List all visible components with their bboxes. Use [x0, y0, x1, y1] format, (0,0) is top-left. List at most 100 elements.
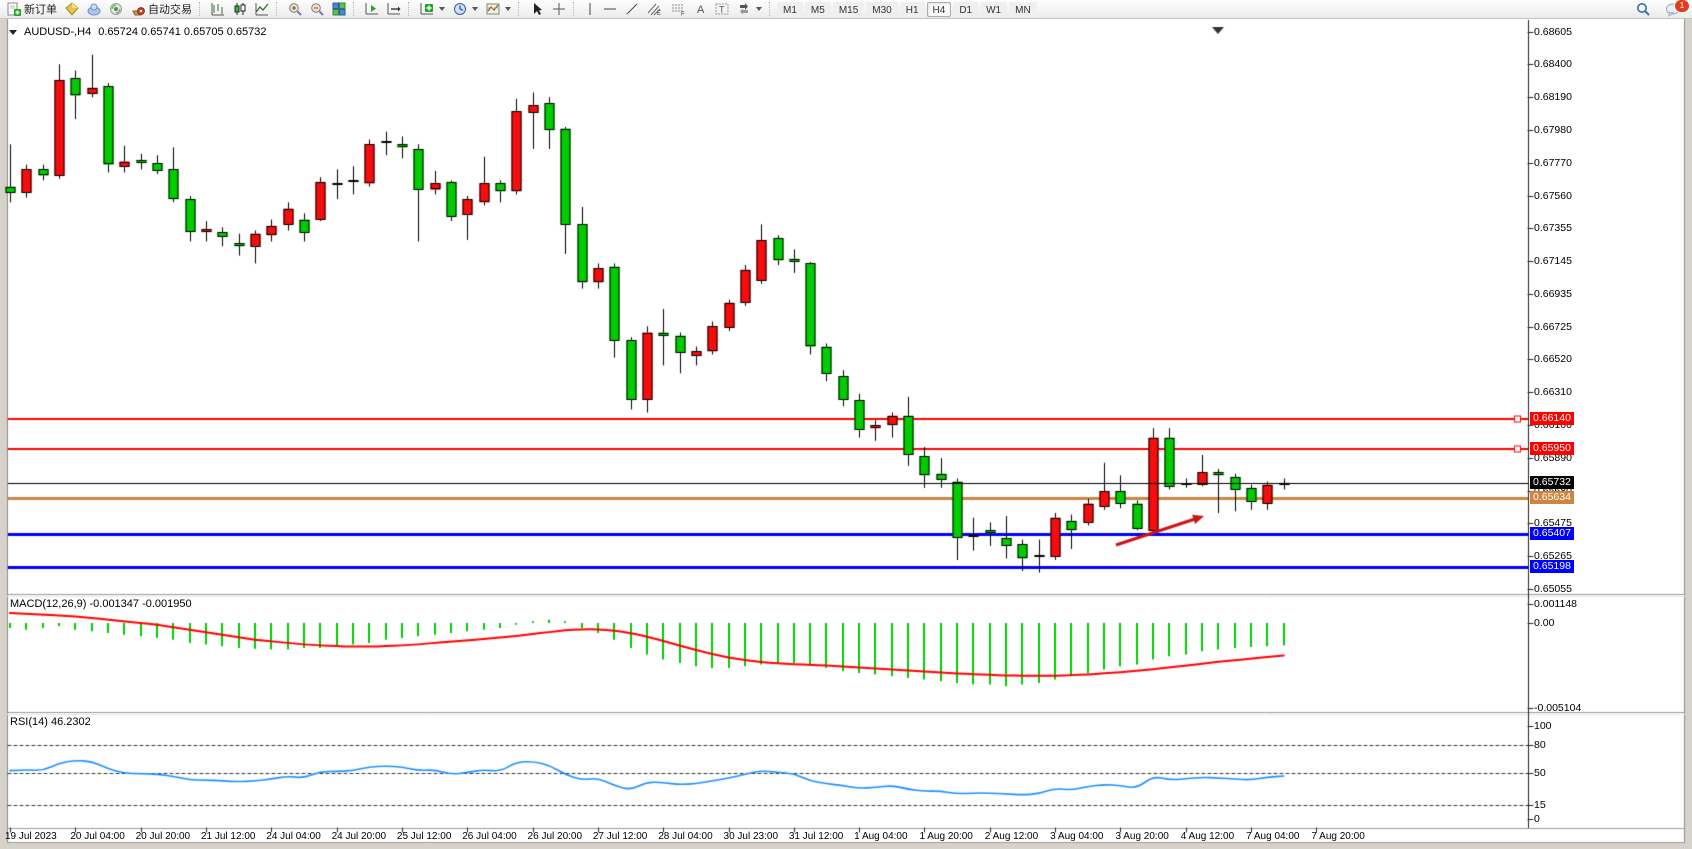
cursor-button[interactable]: [526, 1, 548, 18]
new-order-icon: [7, 2, 21, 16]
timeframe-button-mn[interactable]: MN: [1009, 2, 1037, 17]
time-axis-label: 7 Aug 20:00: [1311, 831, 1364, 842]
text-icon: A: [695, 2, 707, 16]
search-icon: [1636, 2, 1651, 17]
search-button[interactable]: [1632, 1, 1655, 18]
toolbar-separator: [769, 2, 774, 16]
dropdown-caret-icon: [472, 7, 478, 11]
shapes-button[interactable]: [733, 1, 766, 18]
zoom-in-button[interactable]: [284, 1, 306, 18]
price-badge: 0.65950: [1530, 442, 1574, 455]
timeframe-button-d1[interactable]: D1: [953, 2, 978, 17]
auto-scroll-icon: [365, 2, 379, 16]
chart-shift-icon: [387, 2, 401, 16]
notification-badge: 1: [1674, 0, 1690, 13]
chart-symbol-period: AUDUSD-,H4: [24, 26, 91, 38]
market-watch-icon: [65, 2, 79, 16]
time-axis-label: 24 Jul 04:00: [266, 831, 321, 842]
time-axis-label: 25 Jul 12:00: [397, 831, 452, 842]
auto-trading-label: 自动交易: [148, 1, 192, 17]
macd-axis-tick: -0.005104: [1534, 702, 1581, 714]
toolbar-separator: [408, 2, 413, 16]
time-axis-label: 3 Aug 20:00: [1115, 831, 1168, 842]
zoom-out-button[interactable]: [306, 1, 328, 18]
rsi-name: RSI(14): [10, 716, 48, 728]
candlestick-button[interactable]: [229, 1, 251, 18]
chart-canvas[interactable]: [0, 0, 1692, 849]
trendline-button[interactable]: [621, 1, 643, 18]
timeframe-button-h1[interactable]: H1: [900, 2, 925, 17]
timeframe-button-m5[interactable]: M5: [805, 2, 831, 17]
price-axis-tick: 0.68400: [1534, 58, 1572, 70]
time-axis-label: 4 Aug 12:00: [1181, 831, 1234, 842]
chart-header: AUDUSD-,H4 0.65724 0.65741 0.65705 0.657…: [9, 26, 266, 38]
time-axis-label: 3 Aug 04:00: [1050, 831, 1103, 842]
crosshair-icon: [552, 2, 566, 16]
time-axis-label: 1 Aug 20:00: [919, 831, 972, 842]
toolbar-separator: [518, 2, 523, 16]
timeframe-button-m1[interactable]: M1: [777, 2, 803, 17]
template-icon: [486, 2, 500, 16]
timeframe-button-m15[interactable]: M15: [833, 2, 864, 17]
text-button[interactable]: A: [691, 1, 711, 18]
time-axis-label: 24 Jul 20:00: [332, 831, 387, 842]
toolbar-separator: [199, 2, 204, 16]
toolbar-separator: [276, 2, 281, 16]
market-watch-button[interactable]: [61, 1, 83, 18]
horizontal-line-icon: [603, 2, 617, 16]
time-axis-label: 26 Jul 20:00: [528, 831, 583, 842]
crosshair-button[interactable]: [548, 1, 570, 18]
time-axis-label: 26 Jul 04:00: [462, 831, 517, 842]
horizontal-line-button[interactable]: [599, 1, 621, 18]
channel-button[interactable]: E: [643, 1, 667, 18]
toolbar-right-cluster: 1: [1632, 1, 1689, 18]
timeframe-button-h4[interactable]: H4: [927, 2, 952, 17]
price-badge: 0.65198: [1530, 560, 1574, 573]
tile-windows-button[interactable]: [328, 1, 350, 18]
new-order-button[interactable]: 新订单: [3, 1, 61, 18]
bar-chart-button[interactable]: [207, 1, 229, 18]
price-axis-tick: 0.68605: [1534, 26, 1572, 38]
time-axis-label: 31 Jul 12:00: [789, 831, 844, 842]
price-badge: 0.66140: [1530, 412, 1574, 425]
rsi-axis-tick: 100: [1534, 720, 1552, 732]
auto-trading-button[interactable]: 自动交易: [127, 1, 196, 18]
timeframe-button-m30[interactable]: M30: [866, 2, 897, 17]
svg-text:F: F: [681, 12, 685, 17]
vertical-line-button[interactable]: [581, 1, 599, 18]
shapes-icon: [737, 2, 751, 16]
mt4-application-window: 新订单 自动交易: [0, 0, 1692, 849]
rsi-axis-tick: 0: [1534, 813, 1540, 825]
line-chart-button[interactable]: [251, 1, 273, 18]
add-indicator-button[interactable]: [416, 1, 449, 18]
notifications-button[interactable]: 1: [1661, 1, 1685, 18]
rsi-indicator-label: RSI(14) 46.2302: [10, 716, 91, 728]
time-axis-label: 19 Jul 2023: [5, 831, 57, 842]
time-axis-label: 7 Aug 04:00: [1246, 831, 1299, 842]
time-axis-label: 21 Jul 12:00: [201, 831, 256, 842]
auto-scroll-button[interactable]: [361, 1, 383, 18]
symbol-dropdown-icon[interactable]: [9, 30, 17, 35]
profile-button[interactable]: [83, 1, 105, 18]
label-button[interactable]: T: [711, 1, 733, 18]
price-axis-tick: 0.66520: [1534, 353, 1572, 365]
time-axis-label: 2 Aug 12:00: [985, 831, 1038, 842]
fibonacci-button[interactable]: F: [667, 1, 691, 18]
periods-button[interactable]: [449, 1, 482, 18]
profile-icon: [87, 2, 101, 16]
macd-axis-tick: 0.00: [1534, 617, 1554, 629]
price-axis-tick: 0.67770: [1534, 157, 1572, 169]
chart-shift-button[interactable]: [383, 1, 405, 18]
rsi-value: 46.2302: [51, 716, 91, 728]
template-button[interactable]: [482, 1, 515, 18]
time-axis-label: 20 Jul 20:00: [136, 831, 191, 842]
rsi-axis-tick: 80: [1534, 739, 1546, 751]
timeframe-button-w1[interactable]: W1: [980, 2, 1007, 17]
price-axis-tick: 0.66935: [1534, 288, 1572, 300]
svg-text:T: T: [719, 5, 725, 15]
signals-button[interactable]: [105, 1, 127, 18]
time-axis-label: 20 Jul 04:00: [70, 831, 125, 842]
channel-icon: E: [647, 2, 663, 16]
price-axis-tick: 0.66310: [1534, 386, 1572, 398]
dropdown-caret-icon: [756, 7, 762, 11]
